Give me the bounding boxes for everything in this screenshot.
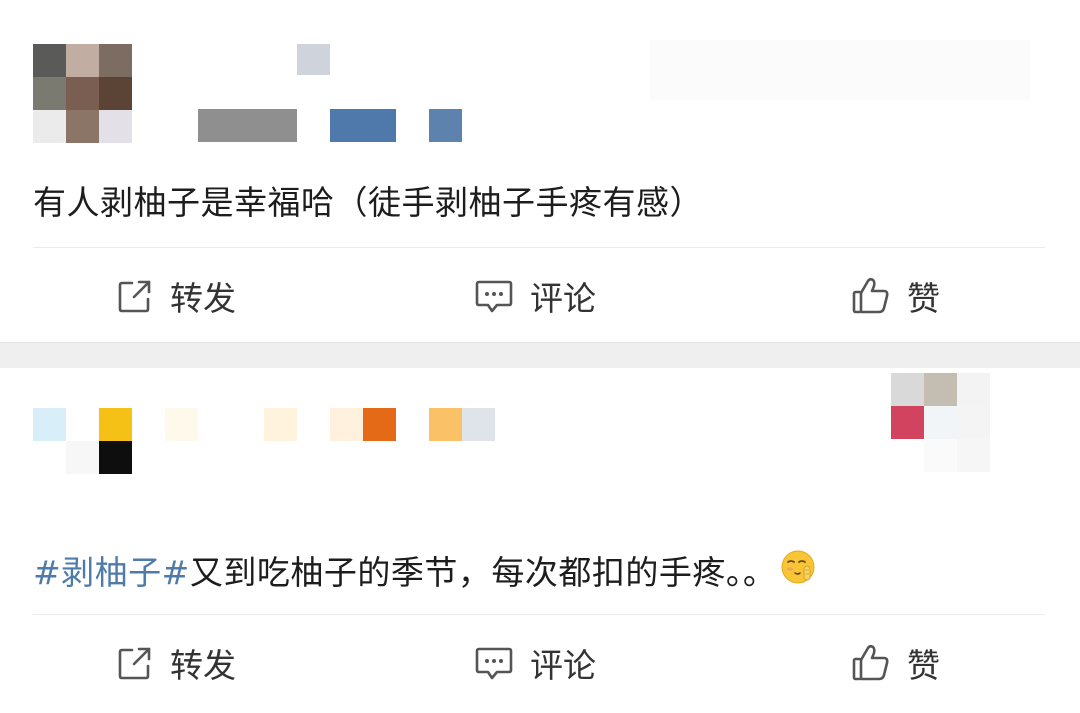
badge-censored xyxy=(429,408,462,441)
post-meta-censored xyxy=(429,109,462,142)
shy-face-emoji-icon xyxy=(780,549,816,593)
like-button[interactable]: 赞 xyxy=(851,266,940,326)
username-censored[interactable] xyxy=(165,408,198,441)
divider xyxy=(33,247,1045,248)
username-censored[interactable] xyxy=(264,408,297,441)
username-censored[interactable] xyxy=(297,44,330,75)
repost-label: 转发 xyxy=(170,646,236,685)
repost-label: 转发 xyxy=(170,279,236,318)
post-meta-censored xyxy=(198,109,297,142)
divider xyxy=(33,614,1045,615)
avatar[interactable] xyxy=(33,44,132,143)
badge-censored xyxy=(462,408,495,441)
comment-button[interactable]: 评论 xyxy=(474,266,596,326)
share-icon xyxy=(116,277,154,315)
comment-icon xyxy=(474,277,514,315)
thumbnail-censored[interactable] xyxy=(891,373,990,472)
avatar[interactable] xyxy=(33,408,132,474)
action-bar: 转发 评论 赞 xyxy=(0,266,1080,326)
comment-icon xyxy=(474,644,514,682)
username-censored[interactable] xyxy=(330,408,363,441)
card-separator xyxy=(0,342,1080,368)
repost-button[interactable]: 转发 xyxy=(116,266,236,326)
like-label: 赞 xyxy=(907,646,940,685)
post-card: 有人剥柚子是幸福哈（徒手剥柚子手疼有感） 转发 评论 赞 xyxy=(0,0,1080,342)
action-bar: 转发 评论 赞 xyxy=(0,633,1080,693)
post-text: 有人剥柚子是幸福哈（徒手剥柚子手疼有感） xyxy=(33,176,703,224)
topic-link[interactable]: #剥柚子# xyxy=(33,553,190,592)
follow-button-censored[interactable] xyxy=(650,40,1030,100)
thumbs-up-icon xyxy=(851,643,891,683)
share-icon xyxy=(116,644,154,682)
repost-button[interactable]: 转发 xyxy=(116,633,236,693)
post-card: #剥柚子#又到吃柚子的季节，每次都扣的手疼。。 转发 评论 赞 xyxy=(0,368,1080,713)
post-body: 有人剥柚子是幸福哈（徒手剥柚子手疼有感） xyxy=(33,183,703,222)
comment-label: 评论 xyxy=(530,646,596,685)
badge-censored xyxy=(363,408,396,441)
comment-button[interactable]: 评论 xyxy=(474,633,596,693)
post-meta-censored xyxy=(330,109,396,142)
post-body: 又到吃柚子的季节，每次都扣的手疼。。 xyxy=(189,553,777,592)
like-label: 赞 xyxy=(907,279,940,318)
comment-label: 评论 xyxy=(530,279,596,318)
like-button[interactable]: 赞 xyxy=(851,633,940,693)
thumbs-up-icon xyxy=(851,276,891,316)
weibo-feed: 有人剥柚子是幸福哈（徒手剥柚子手疼有感） 转发 评论 赞 #剥柚子#又到吃柚子的… xyxy=(0,0,1080,713)
post-text: #剥柚子#又到吃柚子的季节，每次都扣的手疼。。 xyxy=(33,546,816,597)
